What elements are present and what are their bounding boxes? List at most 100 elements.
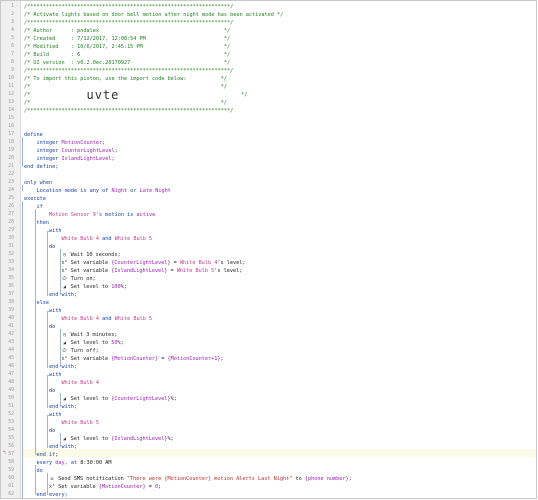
code-line: 4 /* Author : pndalex */ [1, 27, 536, 35]
code-line: 29 with [1, 227, 536, 235]
line-number: 4 [11, 28, 14, 33]
code-token: {CounterLightLevel} [111, 396, 171, 402]
code-token: Night [111, 188, 128, 194]
code-line: 12 /* uvte */ [1, 89, 536, 101]
line-number: 59 [8, 468, 14, 473]
code-token: /***************************************… [24, 68, 234, 74]
code-text: define [24, 131, 43, 139]
line-number: 7 [11, 52, 14, 57]
code-token: Send SMS notification [55, 476, 127, 482]
code-token: {IslandLightLevel} [111, 436, 168, 442]
code-token: = [170, 260, 180, 266]
line-number: 42 [8, 332, 14, 337]
line-number: 53 [8, 420, 14, 425]
code-token: /* */ [24, 84, 228, 90]
code-token: end define; [24, 164, 59, 170]
code-token: ; [111, 156, 115, 162]
code-token: /***************************************… [24, 20, 234, 26]
code-token: with [24, 372, 62, 378]
code-token: integer [24, 156, 62, 162]
line-number: 49 [8, 388, 14, 393]
code-token: or [127, 188, 140, 194]
code-line: 2 /* Activate lights based on door bell m… [1, 11, 536, 19]
code-text: integer MotionCounter; [24, 139, 105, 147]
line-number: 44 [8, 348, 14, 353]
code-token: ; [158, 484, 162, 490]
line-number: 13 [8, 100, 14, 105]
code-line: 52 with [1, 411, 536, 419]
line-number: 37 [8, 292, 14, 297]
line-number: 56 [8, 444, 14, 449]
code-token: {MotionCounter} [98, 484, 146, 490]
code-text: /***************************************… [24, 19, 233, 27]
code-token: Wait 10 seconds; [67, 252, 121, 258]
line-number: 31 [8, 244, 14, 249]
code-text: execute [24, 195, 46, 203]
code-text: /* Created : 7/12/2017, 12:08:54 PM */ [24, 35, 230, 43]
code-token: "There were {MotionCounter} motion Alert… [126, 476, 293, 482]
code-text: ◷ Wait 10 seconds; [24, 251, 121, 259]
code-line: 15 [1, 115, 536, 123]
line-number: 23 [8, 180, 14, 185]
code-token: Set variable [67, 260, 112, 266]
line-number: 10 [8, 76, 14, 81]
line-number: 50 [8, 396, 14, 401]
code-token: ; [220, 356, 224, 362]
code-token: {MotionCounter} [111, 356, 159, 362]
code-token: Late Night [139, 188, 171, 194]
line-number: 17 [8, 132, 14, 137]
line-number: 55 [8, 436, 14, 441]
line-number: 16 [8, 124, 14, 129]
code-token: White Bulb 5 [114, 236, 153, 242]
line-number: 45 [8, 356, 14, 361]
line-number: 58 [8, 460, 14, 465]
code-line: 37 end with; [1, 291, 536, 299]
code-line: 41 do [1, 323, 536, 331]
code-text: ◢ Set level to 100%; [24, 283, 127, 291]
code-token: Turn on; [67, 276, 96, 282]
code-token: and [98, 236, 115, 242]
code-token: /* Build : 6 */ [24, 52, 231, 58]
code-line: 10 /* To import this piston, use the impo… [1, 75, 536, 83]
code-token: Wait 3 minutes; [67, 332, 118, 338]
code-token: and [98, 316, 115, 322]
code-line: 14 /*************************************… [1, 107, 536, 115]
block-guide-bracket [47, 311, 53, 368]
code-token: /* Modified : 10/6/2017, 2:45:15 PM */ [24, 44, 231, 50]
code-text: ◷ Wait 3 minutes; [24, 331, 118, 339]
code-text: ◢ Set level to 50%; [24, 339, 124, 347]
code-line: 21 end define; [1, 163, 536, 171]
code-text: White Bulb 4 and White Bulb 5 [24, 315, 152, 323]
code-token: every [24, 460, 56, 466]
code-text: integer IslandLightLevel; [24, 155, 115, 163]
code-token: to [292, 476, 305, 482]
line-number: 8 [11, 60, 14, 65]
line-number: 62 [8, 492, 14, 497]
block-guide-line [34, 465, 36, 495]
line-number: 22 [8, 172, 14, 177]
line-number: 61 [8, 484, 14, 489]
code-line: 28 then [1, 219, 536, 227]
code-line: 53 White Bulb 5 [1, 419, 536, 427]
code-text: end every; [24, 491, 67, 498]
line-number: 36 [8, 284, 14, 289]
code-line: 61 x² Set variable {MotionCounter} = 0; [1, 483, 536, 491]
line-number: 29 [8, 228, 14, 233]
code-token: White Bulb 4 [179, 260, 218, 266]
code-text: ✉ Send SMS notification "There were {Mot… [24, 475, 351, 483]
line-number: 27 [8, 212, 14, 217]
block-guide-line [59, 393, 61, 407]
code-token: {IslandLightLevel} [111, 268, 168, 274]
code-token: day [55, 460, 65, 466]
code-text: x² Set variable {MotionCounter} = 0; [24, 483, 161, 491]
block-guide-bracket [47, 231, 53, 296]
code-text: /* To import this piston, use the import… [24, 75, 227, 83]
code-text: with [24, 371, 62, 379]
code-line: 60 ✉ Send SMS notification "There were {… [1, 475, 536, 483]
code-token: only when [24, 180, 53, 186]
block-guide-line [22, 137, 23, 167]
code-token: /* UI version : v0.2.0ec.20170927 */ [24, 60, 231, 66]
